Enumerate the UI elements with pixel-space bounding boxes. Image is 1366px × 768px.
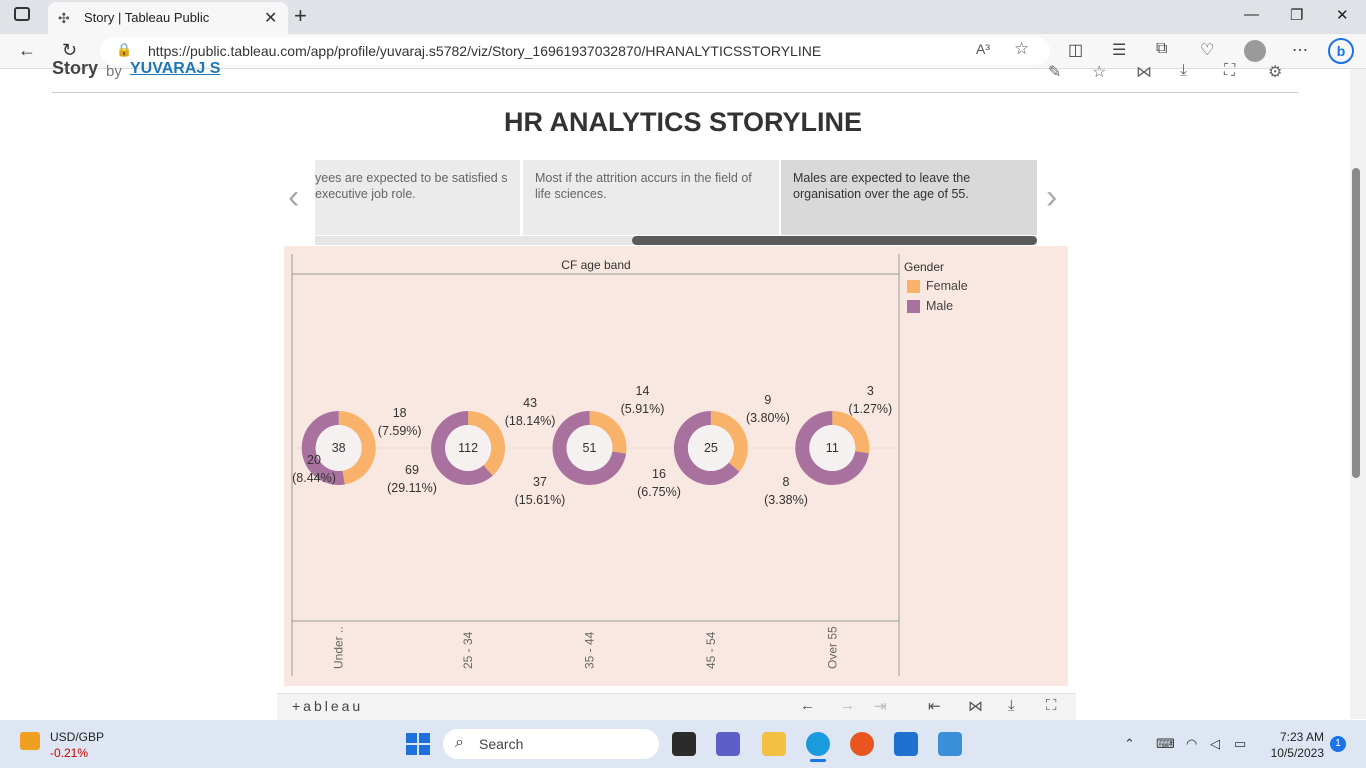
story-point-text: Males are expected to leave the organisa… xyxy=(793,171,971,201)
male-percent-label: (6.75%) xyxy=(637,485,681,499)
new-tab-icon[interactable]: + xyxy=(294,3,307,29)
toolbar-share-icon[interactable]: ⋈ xyxy=(968,697,983,715)
redo-icon[interactable]: → xyxy=(840,697,855,714)
column-header: CF age band xyxy=(561,258,630,272)
story-point-3[interactable]: Males are expected to leave the organisa… xyxy=(781,160,1037,235)
female-percent-label: (7.59%) xyxy=(378,424,422,438)
donut-total-label: 25 xyxy=(704,441,718,455)
taskbar-search[interactable]: ⌕ Search xyxy=(443,729,659,759)
fullscreen-viz-icon[interactable]: ⛶ xyxy=(1224,62,1235,80)
female-count-label: 9 xyxy=(764,393,771,407)
page-scrollbar-thumb[interactable] xyxy=(1352,168,1360,478)
female-count-label: 18 xyxy=(393,406,407,420)
legend-swatch-male[interactable] xyxy=(907,300,920,313)
story-point-text: Most if the attrition accurs in the fiel… xyxy=(535,171,752,201)
story-point-text: yees are expected to be satisfied s exec… xyxy=(315,171,508,201)
female-percent-label: (18.14%) xyxy=(505,414,556,428)
male-percent-label: (3.38%) xyxy=(764,493,808,507)
female-count-label: 43 xyxy=(523,396,537,410)
tableau-favicon-icon: ✣ xyxy=(58,10,70,26)
category-tick-label: 35 - 44 xyxy=(583,631,597,669)
edit-icon[interactable]: ✎ xyxy=(1048,62,1061,82)
browser-tab[interactable]: ✣ Story | Tableau Public ✕ xyxy=(48,2,288,34)
notification-badge[interactable]: 1 xyxy=(1330,736,1346,752)
favorite-viz-icon[interactable]: ☆ xyxy=(1092,62,1106,82)
story-heading: HR ANALYTICS STORYLINE xyxy=(503,107,863,137)
volume-icon[interactable]: ◁ xyxy=(1210,736,1220,752)
download-icon[interactable]: ⤓ xyxy=(1180,62,1187,80)
chevron-up-icon[interactable]: ⌃ xyxy=(1124,736,1135,752)
close-tab-icon[interactable]: ✕ xyxy=(264,8,277,28)
next-story-point-icon[interactable]: › xyxy=(1046,178,1057,217)
prev-story-point-icon[interactable]: ‹ xyxy=(288,178,299,217)
clock-time[interactable]: 7:23 AM xyxy=(1268,730,1324,744)
female-count-label: 14 xyxy=(636,384,650,398)
active-app-indicator xyxy=(810,759,826,762)
stocks-widget-icon[interactable] xyxy=(20,732,40,750)
male-count-label: 20 xyxy=(307,453,321,467)
male-count-label: 8 xyxy=(783,475,790,489)
header-divider xyxy=(52,92,1298,93)
female-percent-label: (5.91%) xyxy=(621,402,665,416)
share-icon[interactable]: ⋈ xyxy=(1136,62,1152,82)
category-tick-label: Over 55 xyxy=(825,626,839,669)
tableau-toolbar xyxy=(277,693,1076,720)
legend-swatch-female[interactable] xyxy=(907,280,920,293)
female-percent-label: (1.27%) xyxy=(848,402,892,416)
search-placeholder: Search xyxy=(479,736,524,752)
tab-title: Story | Tableau Public xyxy=(84,10,210,25)
revert-icon[interactable]: ⇥ xyxy=(874,697,887,715)
category-tick-label: Under .. xyxy=(332,626,346,669)
male-count-label: 16 xyxy=(652,467,666,481)
wifi-icon[interactable]: ◠ xyxy=(1186,736,1197,752)
story-point-2[interactable]: Most if the attrition accurs in the fiel… xyxy=(523,160,779,235)
keyboard-icon[interactable]: ⌨ xyxy=(1156,736,1175,752)
category-tick-label: 25 - 34 xyxy=(461,631,475,669)
store-icon[interactable] xyxy=(894,732,918,756)
toolbar-fullscreen-icon[interactable]: ⛶ xyxy=(1046,697,1057,714)
legend-title: Gender xyxy=(904,260,945,274)
photos-icon[interactable] xyxy=(938,732,962,756)
category-tick-label: 45 - 54 xyxy=(704,631,718,669)
male-percent-label: (29.11%) xyxy=(387,481,437,495)
teams-icon[interactable] xyxy=(716,732,740,756)
clock-date[interactable]: 10/5/2023 xyxy=(1262,746,1324,760)
search-icon: ⌕ xyxy=(455,734,464,751)
male-count-label: 37 xyxy=(533,475,547,489)
donut-total-label: 51 xyxy=(583,441,597,455)
start-icon[interactable] xyxy=(406,733,430,755)
restore-icon[interactable]: ❐ xyxy=(1290,6,1303,24)
story-points-scrollbar-thumb[interactable] xyxy=(632,236,1037,245)
reset-icon[interactable]: ⇤ xyxy=(928,697,941,715)
minimize-icon[interactable]: — xyxy=(1244,6,1259,23)
overlay-cover xyxy=(0,34,1366,68)
female-percent-label: (3.80%) xyxy=(746,411,790,425)
tab-actions-icon[interactable] xyxy=(14,7,30,21)
edge-icon[interactable] xyxy=(806,732,830,756)
undo-icon[interactable]: ← xyxy=(800,697,815,714)
male-percent-label: (8.44%) xyxy=(292,471,336,485)
legend-label-female[interactable]: Female xyxy=(926,279,968,293)
currency-change[interactable]: -0.21% xyxy=(50,746,88,760)
firefox-icon[interactable] xyxy=(850,732,874,756)
donut-total-label: 11 xyxy=(826,441,839,455)
task-view-icon[interactable] xyxy=(672,732,696,756)
toolbar-download-icon[interactable]: ⤓ xyxy=(1008,697,1015,714)
tableau-logo[interactable]: +ableau xyxy=(292,698,363,714)
donut-total-label: 112 xyxy=(458,441,478,455)
battery-icon[interactable]: ▭ xyxy=(1234,736,1246,752)
story-point-1[interactable]: yees are expected to be satisfied s exec… xyxy=(315,160,520,235)
close-window-icon[interactable]: ✕ xyxy=(1336,6,1349,24)
currency-pair[interactable]: USD/GBP xyxy=(50,730,104,744)
legend-label-male[interactable]: Male xyxy=(926,299,953,313)
female-count-label: 3 xyxy=(867,384,874,398)
file-explorer-icon[interactable] xyxy=(762,732,786,756)
male-percent-label: (15.61%) xyxy=(515,493,566,507)
male-count-label: 69 xyxy=(405,463,419,477)
browser-tab-strip: ✣ Story | Tableau Public ✕ + — ❐ ✕ xyxy=(0,0,1366,34)
settings-icon[interactable]: ⚙ xyxy=(1268,62,1282,82)
donut-total-label: 38 xyxy=(332,441,346,455)
